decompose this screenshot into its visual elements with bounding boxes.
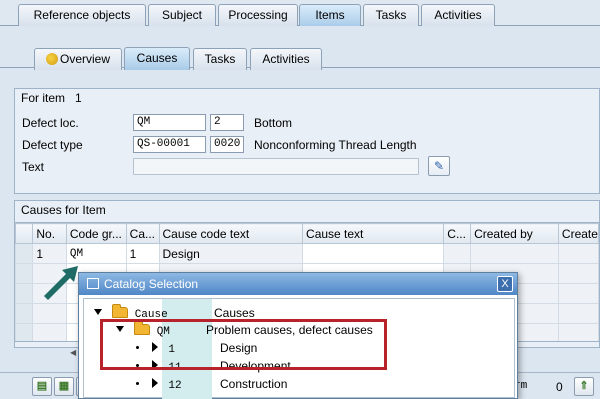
tree-node-child-text: Construction [220,377,288,391]
subtab-overview[interactable]: Overview [34,48,122,70]
tab-tasks[interactable]: Tasks [363,4,419,26]
tab-processing[interactable]: Processing [218,4,298,26]
scroll-left-icon[interactable]: ◀ [70,348,76,357]
table-header-row: No. Code gr... Ca... Cause code text Cau… [15,223,599,244]
cell-cause[interactable]: 1 [125,243,160,264]
arrow-icon [44,266,78,300]
subtab-activities[interactable]: Activities [250,48,322,70]
close-icon[interactable]: X [497,276,513,292]
details-icon[interactable]: ▤ [32,377,52,396]
column-header[interactable]: No. [32,223,67,244]
tab-label: Reference objects [33,8,131,22]
cell-create [557,243,599,264]
expand-icon[interactable] [94,309,102,315]
subtab-causes[interactable]: Causes [124,47,190,70]
tab-label: Activities [262,52,310,66]
scroll-top-icon[interactable]: ⇑ [574,377,594,396]
column-header[interactable]: C... [443,223,472,244]
folder-open-icon [112,304,129,318]
tab-label: Subject [161,8,203,22]
text-field[interactable] [133,158,419,175]
highlight-box [100,319,387,370]
edit-text-button[interactable]: ✎ [428,156,450,176]
entry-count: 0 [556,380,563,394]
tab-subject[interactable]: Subject [148,4,216,26]
row-selector-header[interactable] [15,223,34,244]
causes-group-title: Causes for Item [21,203,106,217]
table-row[interactable]: 1 QM 1 Design [15,243,599,264]
column-header[interactable]: Created by [470,223,559,244]
cell-cause-text[interactable] [302,243,445,264]
column-header[interactable]: Cause text [302,223,445,244]
tab-items[interactable]: Items [299,4,361,27]
cell-created-by [470,243,559,264]
dialog-title: Catalog Selection [104,277,199,291]
top-tab-strip: Reference objects Subject Processing Ite… [0,0,600,27]
bullet-icon [136,382,139,385]
text-label: Text [22,160,45,174]
tab-label: Causes [136,51,178,65]
subtab-tasks[interactable]: Tasks [193,48,247,70]
cell-c [443,243,472,264]
cell-no: 1 [32,243,67,264]
defect-loc-no-field[interactable]: 2 [210,114,244,131]
defect-loc-text: Bottom [254,116,293,130]
tab-label: Tasks [204,52,236,66]
row-selector[interactable] [15,243,34,264]
column-header[interactable]: Ca... [125,223,160,244]
cell-code-group[interactable]: QM [65,243,127,264]
tab-label: Tasks [375,8,407,22]
column-header[interactable]: Cause code text [158,223,304,244]
tab-label: Processing [228,8,288,22]
insert-row-icon[interactable]: ▦ [54,377,74,396]
defect-type-no-field[interactable]: 0020 [210,136,244,153]
defect-type-code-field[interactable]: QS-00001 [133,136,206,153]
pencil-icon: ✎ [433,159,445,173]
column-header[interactable]: Code gr... [65,223,127,244]
defect-loc-code-field[interactable]: QM [133,114,206,131]
item-number: 1 [75,91,82,105]
cell-cause-code-text: Design [158,243,304,264]
expand-icon[interactable] [152,378,159,388]
defect-type-label: Defect type [22,138,83,152]
tab-reference-objects[interactable]: Reference objects [18,4,146,26]
tab-label: Activities [434,8,482,22]
dialog-title-bar: Catalog Selection [79,273,517,295]
defect-loc-label: Defect loc. [22,116,79,130]
tab-label: Overview [59,52,110,66]
tab-activities[interactable]: Activities [421,4,495,26]
defect-type-text: Nonconforming Thread Length [254,138,417,152]
item-group-title: For item 1 [21,91,82,105]
dialog-icon [87,278,99,289]
column-header[interactable]: Create [557,223,599,244]
tab-label: Items [315,8,345,22]
node-code: 12 [168,380,182,392]
overview-icon [45,53,58,65]
tree-node-child[interactable]: 12 [136,376,182,393]
